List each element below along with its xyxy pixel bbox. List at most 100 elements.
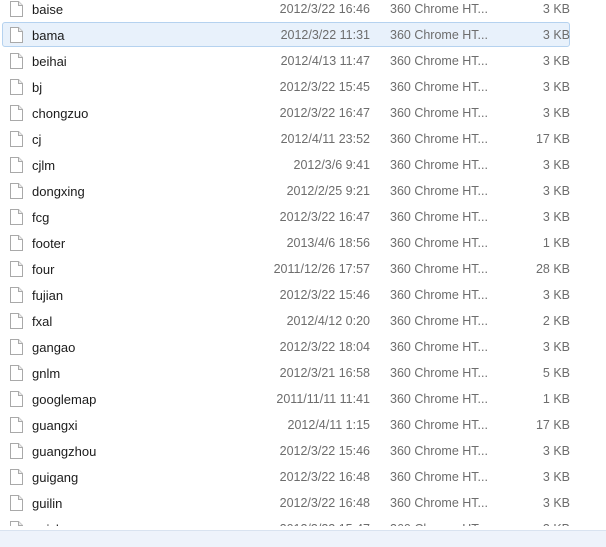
file-size: 3 KB: [542, 470, 570, 484]
file-row[interactable]: cj 2012/4/11 23:52 360 Chrome HT... 17 KB: [0, 126, 606, 152]
file-date: 2013/4/6 18:56: [286, 236, 370, 250]
file-row[interactable]: baise 2012/3/22 16:46 360 Chrome HT... 3 KB: [0, 0, 606, 22]
file-date: 2011/12/26 17:57: [273, 262, 370, 276]
file-date: 2012/4/12 0:20: [286, 314, 370, 328]
document-icon: [10, 261, 23, 277]
file-name: gnlm: [32, 365, 61, 381]
file-row[interactable]: guangzhou 2012/3/22 15:46 360 Chrome HT...…: [0, 438, 606, 464]
file-row[interactable]: fxal 2012/4/12 0:20 360 Chrome HT... 2 KB: [0, 308, 606, 334]
file-date: 2012/3/22 11:31: [280, 28, 370, 42]
file-name: four: [32, 261, 55, 277]
file-size: 3 KB: [542, 106, 570, 120]
file-row[interactable]: googlemap 2011/11/11 11:41 360 Chrome HT..…: [0, 386, 606, 412]
file-size: 3 KB: [542, 2, 570, 16]
file-size: 3 KB: [542, 340, 570, 354]
file-date: 2012/3/22 16:48: [279, 496, 370, 510]
document-icon: [10, 183, 23, 199]
file-type: 360 Chrome HT...: [390, 470, 488, 484]
document-icon: [10, 105, 23, 121]
document-icon: [10, 27, 23, 43]
document-icon: [10, 495, 23, 511]
file-type: 360 Chrome HT...: [390, 210, 488, 224]
file-type: 360 Chrome HT...: [390, 314, 488, 328]
file-type: 360 Chrome HT...: [372, 522, 530, 526]
file-date: 2012/4/11 23:52: [280, 132, 370, 146]
file-row[interactable]: beihai 2012/4/13 11:47 360 Chrome HT... 3 K…: [0, 48, 606, 74]
file-name: guizhou: [32, 522, 260, 527]
file-row[interactable]: chongzuo 2012/3/22 16:47 360 Chrome HT... 3…: [0, 100, 606, 126]
document-icon: [10, 521, 23, 526]
document-icon: [10, 1, 23, 17]
document-icon: [10, 287, 23, 303]
file-name: fcg: [32, 209, 50, 225]
file-name: googlemap: [32, 391, 97, 407]
file-size: 3 KB: [542, 158, 570, 172]
file-explorer-window: baise 2012/3/22 16:46 360 Chrome HT... 3 KB…: [0, 0, 606, 547]
file-name: footer: [32, 235, 66, 251]
file-name: guangxi: [32, 417, 78, 433]
file-type: 360 Chrome HT...: [390, 54, 488, 68]
file-row[interactable]: guigang 2012/3/22 16:48 360 Chrome HT... 3 …: [0, 464, 606, 490]
file-name: gangao: [32, 339, 76, 355]
file-name: fujian: [32, 287, 64, 303]
file-size: 1 KB: [542, 392, 570, 406]
file-size: 3 KB: [542, 210, 570, 224]
file-date: 2012/2/25 9:21: [286, 184, 370, 198]
document-icon: [10, 313, 23, 329]
file-type: 360 Chrome HT...: [390, 496, 488, 510]
file-name: baise: [32, 1, 64, 17]
file-size: 3 KB: [542, 184, 570, 198]
file-name: cj: [32, 131, 42, 147]
file-name: bj: [32, 79, 43, 95]
file-type: 360 Chrome HT...: [390, 28, 488, 42]
file-row[interactable]: fcg 2012/3/22 16:47 360 Chrome HT... 3 KB: [0, 204, 606, 230]
document-icon: [10, 209, 23, 225]
file-size: 17 KB: [535, 132, 570, 146]
document-icon: [10, 235, 23, 251]
document-icon: [10, 157, 23, 173]
file-row[interactable]: guilin 2012/3/22 16:48 360 Chrome HT... 3 K…: [0, 490, 606, 516]
file-name: cjlm: [32, 157, 56, 173]
file-size: 3 KB: [530, 522, 570, 526]
file-row[interactable]: bama 2012/3/22 11:31 360 Chrome HT... 3 KB: [0, 22, 606, 48]
file-size: 2 KB: [542, 314, 570, 328]
file-row[interactable]: gnlm 2012/3/21 16:58 360 Chrome HT... 5 KB: [0, 360, 606, 386]
file-date: 2012/3/22 16:47: [279, 210, 370, 224]
file-type: 360 Chrome HT...: [390, 132, 488, 146]
file-date: 2012/3/22 18:04: [279, 340, 370, 354]
document-icon: [10, 339, 23, 355]
file-row[interactable]: footer 2013/4/6 18:56 360 Chrome HT... 1 KB: [0, 230, 606, 256]
file-name: guigang: [32, 469, 79, 485]
file-list[interactable]: baise 2012/3/22 16:46 360 Chrome HT... 3 KB…: [0, 0, 606, 526]
file-date: 2012/3/22 15:46: [279, 288, 370, 302]
file-row[interactable]: fujian 2012/3/22 15:46 360 Chrome HT... 3 K…: [0, 282, 606, 308]
file-size: 3 KB: [542, 288, 570, 302]
file-size: 28 KB: [535, 262, 570, 276]
file-row[interactable]: guizhou2012/3/22 15:47360 Chrome HT...3 …: [0, 516, 606, 526]
file-size: 3 KB: [542, 80, 570, 94]
file-type: 360 Chrome HT...: [390, 106, 488, 120]
file-row[interactable]: four 2011/12/26 17:57 360 Chrome HT... 28 K…: [0, 256, 606, 282]
document-icon: [10, 79, 23, 95]
file-type: 360 Chrome HT...: [390, 418, 488, 432]
file-row[interactable]: bj 2012/3/22 15:45 360 Chrome HT... 3 KB: [0, 74, 606, 100]
file-date: 2012/4/13 11:47: [280, 54, 370, 68]
file-row[interactable]: dongxing 2012/2/25 9:21 360 Chrome HT... 3 …: [0, 178, 606, 204]
document-icon: [10, 365, 23, 381]
file-date: 2012/3/22 15:45: [279, 80, 370, 94]
file-row[interactable]: gangao 2012/3/22 18:04 360 Chrome HT... 3 K…: [0, 334, 606, 360]
file-type: 360 Chrome HT...: [390, 184, 488, 198]
file-date: 2011/11/11 11:41: [276, 392, 370, 406]
document-icon: [10, 131, 23, 147]
file-type: 360 Chrome HT...: [390, 236, 488, 250]
file-type: 360 Chrome HT...: [390, 392, 488, 406]
file-type: 360 Chrome HT...: [390, 80, 488, 94]
file-date: 2012/3/22 16:47: [279, 106, 370, 120]
file-size: 3 KB: [542, 54, 570, 68]
file-row[interactable]: guangxi 2012/4/11 1:15 360 Chrome HT... 17 …: [0, 412, 606, 438]
file-type: 360 Chrome HT...: [390, 288, 488, 302]
file-type: 360 Chrome HT...: [390, 366, 488, 380]
document-icon: [10, 443, 23, 459]
file-size: 17 KB: [535, 418, 570, 432]
file-row[interactable]: cjlm 2012/3/6 9:41 360 Chrome HT... 3 KB: [0, 152, 606, 178]
